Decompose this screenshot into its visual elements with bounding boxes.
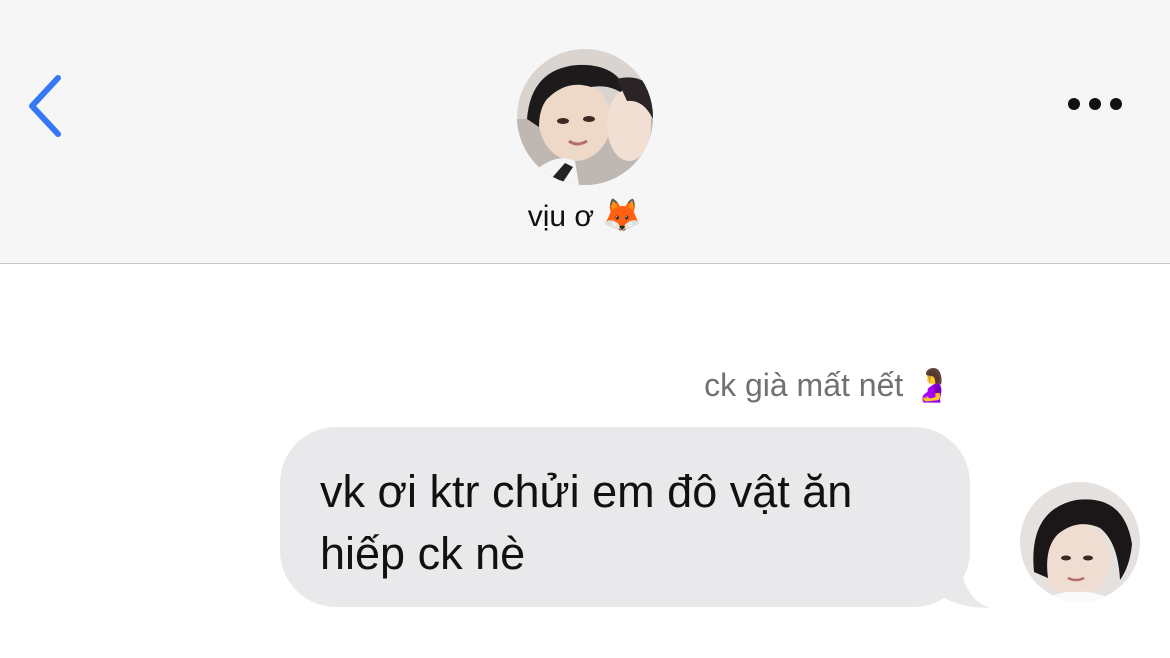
message-bubble[interactable]: vk ơi ktr chửi em đô vật ăn hiếp ck nè [280, 427, 970, 607]
ellipsis-icon [1068, 98, 1122, 110]
avatar-photo [1020, 482, 1140, 602]
chevron-left-icon [29, 75, 61, 137]
fox-emoji-icon: 🦊 [602, 197, 643, 233]
message-text: vk ơi ktr chửi em đô vật ăn hiếp ck nè [320, 466, 853, 579]
more-options-button[interactable] [1060, 90, 1130, 118]
avatar-photo [517, 49, 653, 185]
contact-name[interactable]: vịu ơ 🦊 [0, 196, 1170, 234]
sender-avatar[interactable] [1020, 482, 1140, 602]
contact-avatar[interactable] [517, 49, 653, 185]
back-button[interactable] [18, 66, 78, 146]
contact-name-text: vịu ơ [527, 200, 595, 233]
sender-name-label: ck già mất nết 🤰 [704, 367, 952, 403]
chat-header: vịu ơ 🦊 [0, 0, 1170, 264]
